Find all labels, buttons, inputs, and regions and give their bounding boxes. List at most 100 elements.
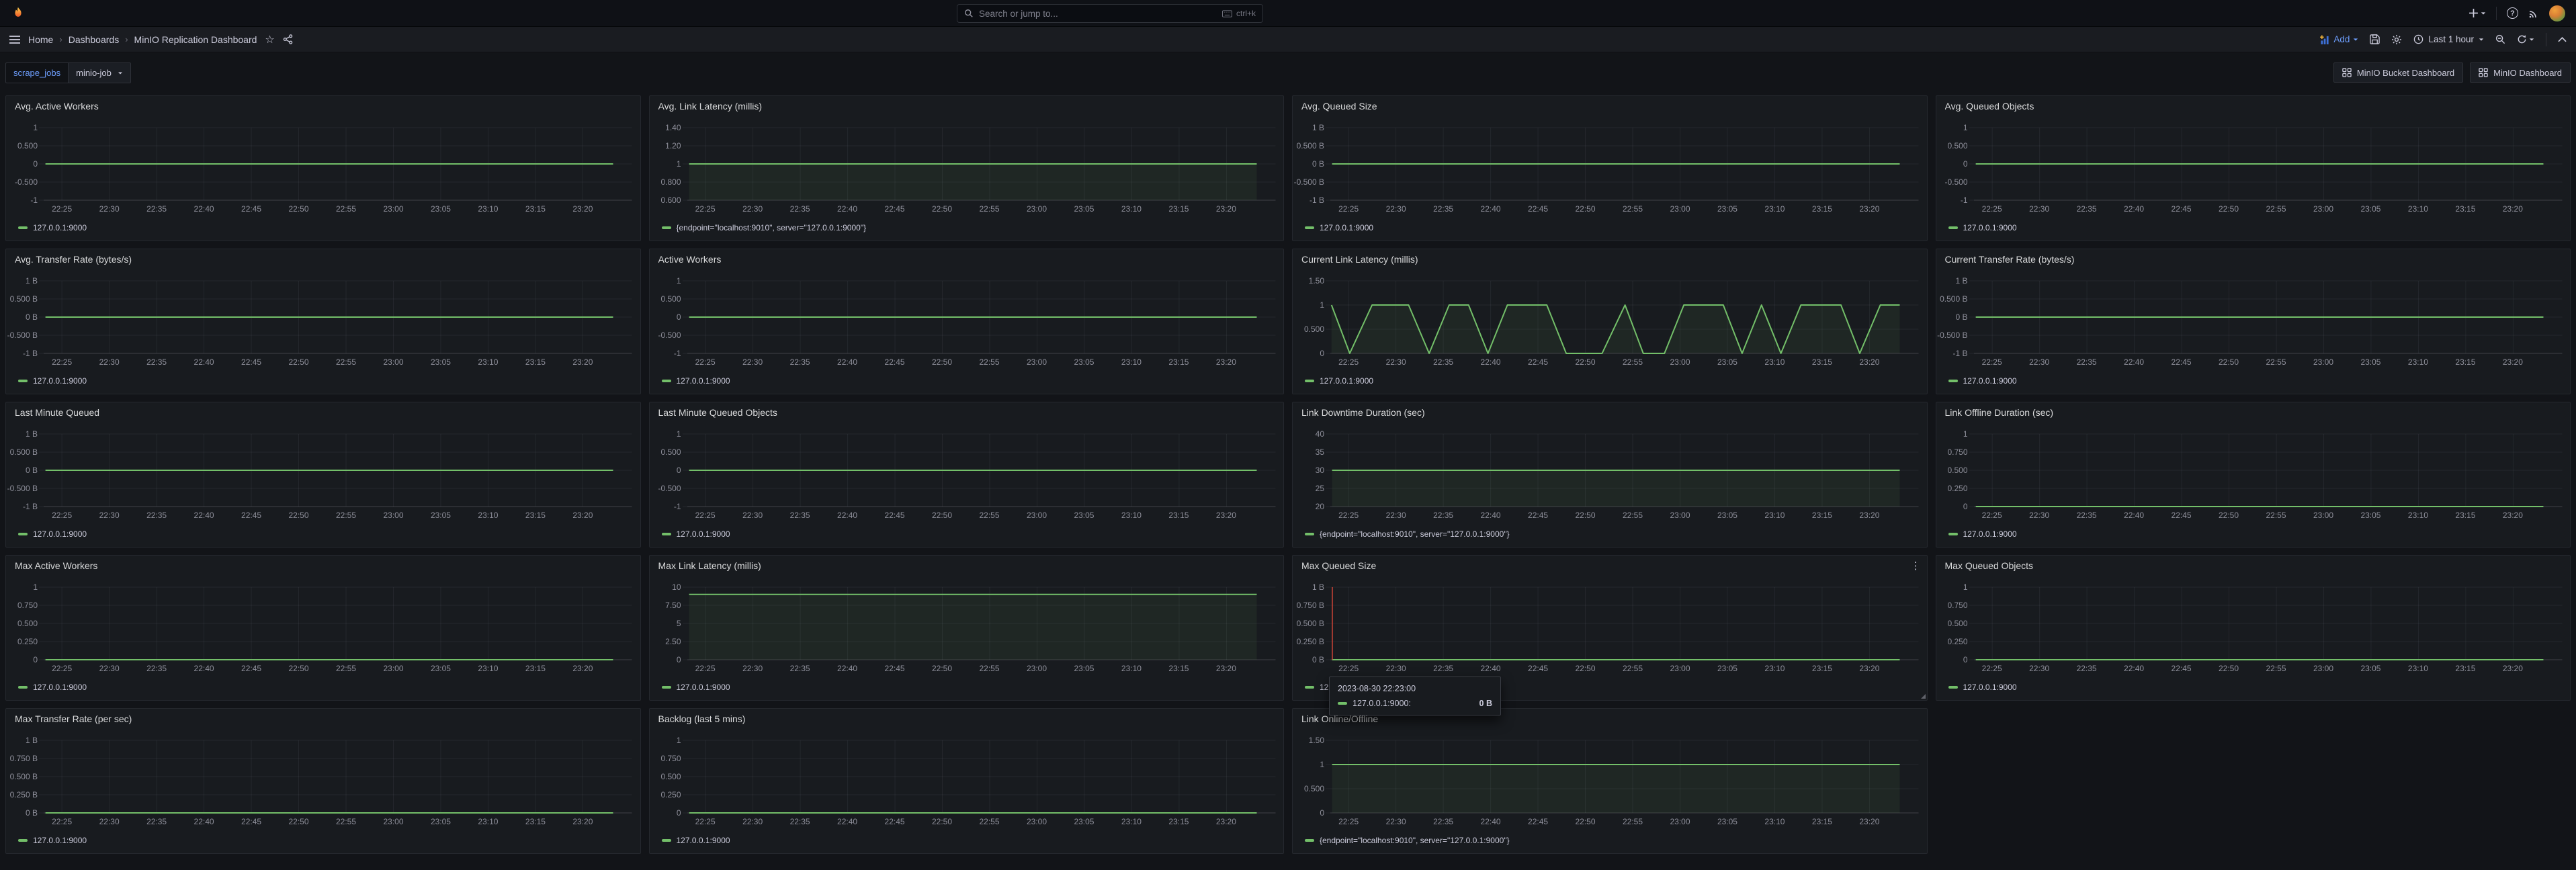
legend-item[interactable]: {endpoint="localhost:9010", server="127.…: [1305, 529, 1510, 539]
legend-item[interactable]: 127.0.0.1:9000: [1948, 376, 2017, 386]
plot-area[interactable]: 10.7500.5000.250022:2522:3022:3522:4022:…: [687, 740, 1276, 813]
legend-item[interactable]: 127.0.0.1:9000: [662, 376, 730, 386]
time-series-chart[interactable]: [687, 434, 1276, 507]
panel-title[interactable]: Backlog (last 5 mins): [658, 713, 746, 724]
help-button[interactable]: ?: [2507, 7, 2518, 19]
legend-item[interactable]: 127.0.0.1:9000: [1305, 376, 1373, 386]
panel-title[interactable]: Avg. Queued Size: [1301, 101, 1377, 112]
plot-area[interactable]: 10.5000-0.500-122:2522:3022:3522:4022:45…: [687, 434, 1276, 507]
panel-title[interactable]: Current Transfer Rate (bytes/s): [1945, 254, 2075, 265]
plot-area[interactable]: 10.5000-0.500-122:2522:3022:3522:4022:45…: [44, 128, 632, 200]
time-series-chart[interactable]: [44, 281, 632, 353]
legend-item[interactable]: 127.0.0.1:9000: [662, 529, 730, 539]
legend-item[interactable]: 127.0.0.1:9000: [1948, 529, 2017, 539]
time-series-chart[interactable]: [1974, 587, 2563, 660]
legend-item[interactable]: 127.0.0.1:9000: [18, 376, 87, 386]
panel-title[interactable]: Current Link Latency (millis): [1301, 254, 1418, 265]
panel-title[interactable]: Last Minute Queued: [15, 407, 99, 418]
legend-item[interactable]: 127.0.0.1:9000: [1305, 223, 1373, 232]
share-button[interactable]: [283, 34, 293, 44]
x-axis-label: 23:20: [572, 664, 593, 673]
time-series-chart[interactable]: [687, 587, 1276, 660]
news-button[interactable]: [2528, 8, 2539, 19]
time-series-chart[interactable]: [1974, 434, 2563, 507]
panel-title[interactable]: Max Queued Size: [1301, 560, 1376, 571]
plot-area[interactable]: 1 B0.750 B0.500 B0.250 B0 B22:2522:3022:…: [1330, 587, 1919, 660]
time-series-chart[interactable]: [1974, 281, 2563, 353]
zoom-out-button[interactable]: [2495, 34, 2505, 44]
legend-item[interactable]: 127.0.0.1:9000: [18, 836, 87, 845]
link-minio-dashboard[interactable]: MinIO Dashboard: [2470, 62, 2571, 83]
panel-title[interactable]: Avg. Link Latency (millis): [658, 101, 763, 112]
legend-item[interactable]: 127.0.0.1:9000: [18, 529, 87, 539]
plot-area[interactable]: 10.7500.5000.250022:2522:3022:3522:4022:…: [44, 587, 632, 660]
plot-area[interactable]: 1 B0.500 B0 B-0.500 B-1 B22:2522:3022:35…: [1974, 281, 2563, 353]
panel-title[interactable]: Max Transfer Rate (per sec): [15, 713, 132, 724]
new-menu-button[interactable]: [2468, 8, 2486, 18]
time-series-chart[interactable]: [44, 128, 632, 200]
time-series-chart[interactable]: [44, 587, 632, 660]
time-series-chart[interactable]: [1330, 281, 1919, 353]
breadcrumb-home[interactable]: Home: [28, 34, 53, 45]
panel-title[interactable]: Avg. Transfer Rate (bytes/s): [15, 254, 132, 265]
plot-area[interactable]: 1.5010.500022:2522:3022:3522:4022:4522:5…: [1330, 740, 1919, 813]
panel-title[interactable]: Link Downtime Duration (sec): [1301, 407, 1425, 418]
add-panel-button[interactable]: Add: [2320, 34, 2358, 44]
plot-area[interactable]: 1 B0.500 B0 B-0.500 B-1 B22:2522:3022:35…: [44, 434, 632, 507]
time-series-chart[interactable]: [44, 740, 632, 813]
plot-area[interactable]: 10.5000-0.500-122:2522:3022:3522:4022:45…: [1974, 128, 2563, 200]
save-dashboard-button[interactable]: [2370, 34, 2380, 44]
legend-item[interactable]: 127.0.0.1:9000: [18, 683, 87, 692]
panel-title[interactable]: Avg. Active Workers: [15, 101, 99, 112]
panel-title[interactable]: Last Minute Queued Objects: [658, 407, 777, 418]
legend-item[interactable]: 127.0.0.1:9000: [1948, 683, 2017, 692]
time-series-chart[interactable]: [1330, 434, 1919, 507]
plot-area[interactable]: 10.5000-0.500-122:2522:3022:3522:4022:45…: [687, 281, 1276, 353]
panel-title[interactable]: Active Workers: [658, 254, 722, 265]
menu-toggle-button[interactable]: [9, 35, 20, 44]
time-series-chart[interactable]: [687, 740, 1276, 813]
plot-area[interactable]: 10.7500.5000.250022:2522:3022:3522:4022:…: [1974, 434, 2563, 507]
user-avatar[interactable]: [2549, 5, 2565, 21]
breadcrumb-dashboards[interactable]: Dashboards: [69, 34, 120, 45]
panel-resize-handle[interactable]: [1921, 694, 1926, 699]
legend-item[interactable]: 127.0.0.1:9000: [662, 683, 730, 692]
panel-title[interactable]: Max Link Latency (millis): [658, 560, 761, 571]
time-range-picker[interactable]: Last 1 hour: [2413, 34, 2484, 44]
plot-area[interactable]: 1 B0.750 B0.500 B0.250 B0 B22:2522:3022:…: [44, 740, 632, 813]
plot-area[interactable]: 10.7500.5000.250022:2522:3022:3522:4022:…: [1974, 587, 2563, 660]
search-input[interactable]: Search or jump to... ctrl+k: [957, 4, 1263, 23]
legend-item[interactable]: 127.0.0.1:9000: [1948, 223, 2017, 232]
plot-area[interactable]: 403530252022:2522:3022:3522:4022:4522:50…: [1330, 434, 1919, 507]
grafana-logo[interactable]: [11, 6, 26, 21]
panel-title[interactable]: Link Offline Duration (sec): [1945, 407, 2054, 418]
time-series-chart[interactable]: [1330, 740, 1919, 813]
legend-item[interactable]: {endpoint="localhost:9010", server="127.…: [1305, 836, 1510, 845]
panel-title[interactable]: Max Queued Objects: [1945, 560, 2034, 571]
panel-title[interactable]: Max Active Workers: [15, 560, 97, 571]
panel-menu-icon[interactable]: ⋮: [1911, 560, 1921, 572]
variable-scrape-jobs[interactable]: scrape_jobs minio-job: [5, 62, 131, 83]
time-series-chart[interactable]: [687, 281, 1276, 353]
plot-area[interactable]: 1 B0.500 B0 B-0.500 B-1 B22:2522:3022:35…: [44, 281, 632, 353]
plot-area[interactable]: 1 B0.500 B0 B-0.500 B-1 B22:2522:3022:35…: [1330, 128, 1919, 200]
link-minio-bucket-dashboard[interactable]: MinIO Bucket Dashboard: [2333, 62, 2463, 83]
time-series-chart[interactable]: [1330, 128, 1919, 200]
dashboard-settings-button[interactable]: [2391, 34, 2402, 45]
legend-item[interactable]: 127.0.0.1:9000: [18, 223, 87, 232]
plot-area[interactable]: 1.401.2010.8000.60022:2522:3022:3522:402…: [687, 128, 1276, 200]
favorite-button[interactable]: ☆: [265, 33, 274, 46]
x-axis-label: 22:35: [1433, 204, 1453, 214]
legend-item[interactable]: 127.0.0.1:9000: [662, 836, 730, 845]
variable-value-dropdown[interactable]: minio-job: [68, 62, 131, 83]
time-series-chart[interactable]: [687, 128, 1276, 200]
plot-area[interactable]: 1.5010.500022:2522:3022:3522:4022:4522:5…: [1330, 281, 1919, 353]
legend-item[interactable]: {endpoint="localhost:9010", server="127.…: [662, 223, 867, 232]
collapse-topbar-button[interactable]: [2558, 37, 2567, 42]
time-series-chart[interactable]: [1330, 587, 1919, 660]
plot-area[interactable]: 107.5052.50022:2522:3022:3522:4022:4522:…: [687, 587, 1276, 660]
refresh-button[interactable]: [2517, 34, 2534, 44]
panel-title[interactable]: Avg. Queued Objects: [1945, 101, 2034, 112]
time-series-chart[interactable]: [44, 434, 632, 507]
time-series-chart[interactable]: [1974, 128, 2563, 200]
